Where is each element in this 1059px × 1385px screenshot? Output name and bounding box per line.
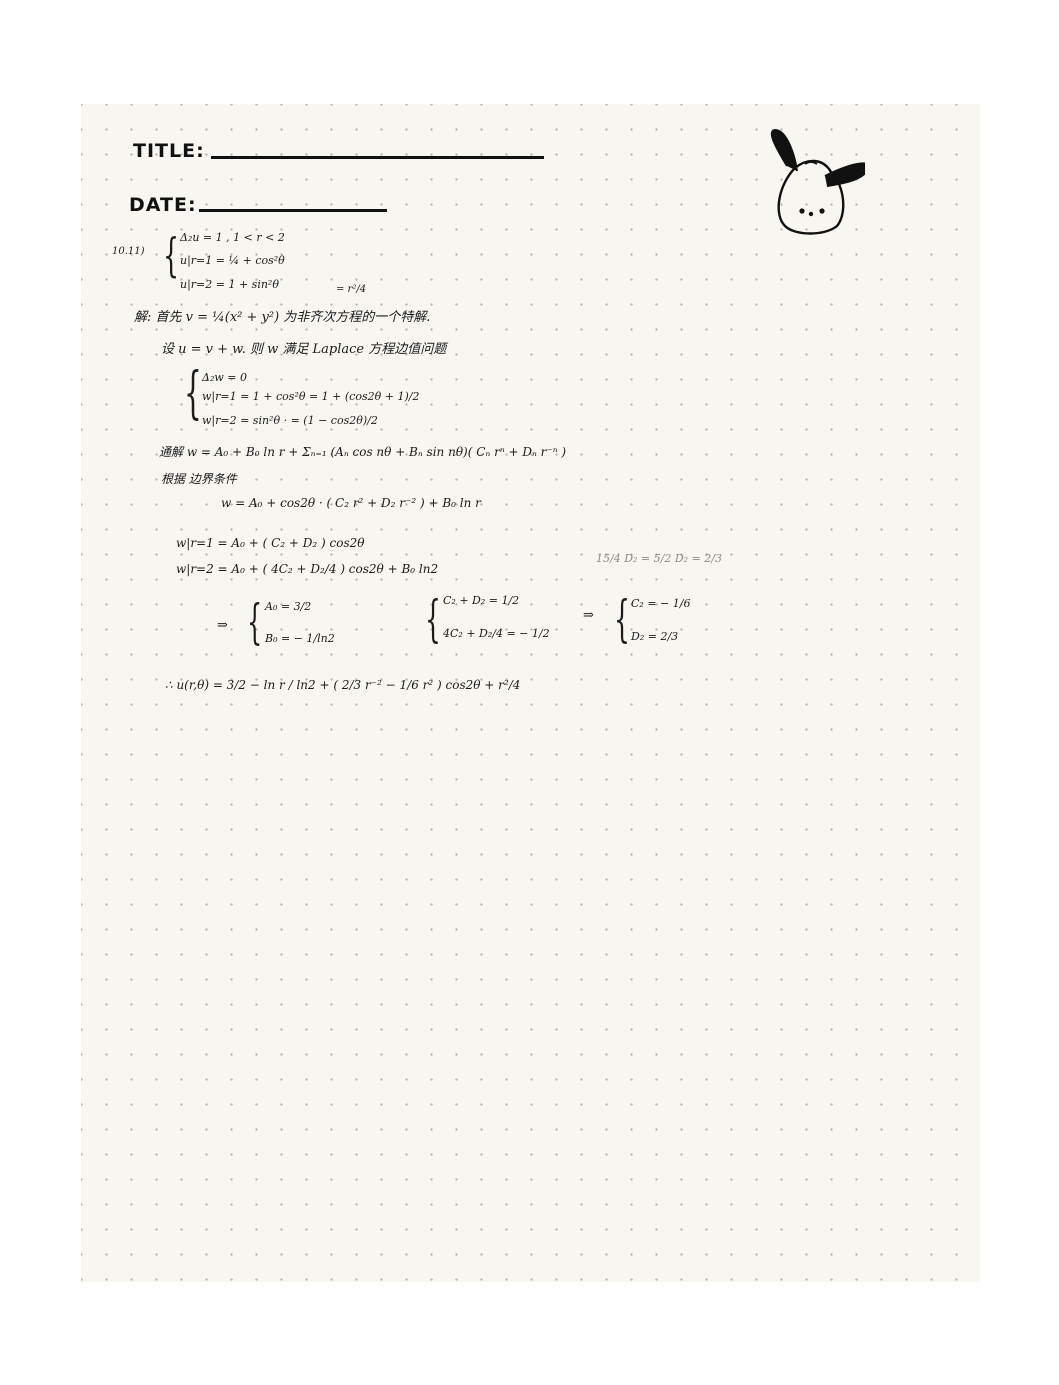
side-note-D2: 15/4 D₂ = 5/2 D₂ = 2/3 — [596, 552, 722, 565]
w-at-r2: w|r=2 = A₀ + ( 4C₂ + D₂/4 ) cos2θ + B₀ l… — [176, 562, 439, 576]
dog-doodle-icon — [770, 128, 865, 235]
title-underline — [211, 156, 544, 159]
title-label: TITLE: — [133, 140, 205, 162]
problem-eq2: u|r=1 = ¼ + cos²θ — [180, 254, 285, 267]
notebook-page: TITLE: DATE: 10.11) { Δ₂u = 1 , 1 < r < … — [81, 104, 980, 1282]
solution-line-1: 解: 首先 v = ¼(x² + y²) 为非齐次方程的一个特解. — [134, 310, 431, 325]
solution-C2: C₂ = − 1/6 — [631, 597, 691, 610]
date-label: DATE: — [129, 194, 197, 216]
r2-over-4-note: = r²/4 — [336, 284, 367, 295]
w-system-eq1: Δ₂w = 0 — [202, 371, 247, 384]
w-form: w = A₀ + cos2θ · ( C₂ r² + D₂ r⁻² ) + B₀… — [221, 496, 481, 510]
problem-eq3: u|r=2 = 1 + sin²θ — [180, 278, 279, 291]
w-system-eq3: w|r=2 = sin²θ · = (1 − cos2θ)/2 — [202, 414, 378, 427]
coef-system-eq2: 4C₂ + D₂/4 = − 1/2 — [443, 627, 550, 640]
problem-number: 10.11) — [112, 246, 145, 257]
final-answer: ∴ u(r,θ) = 3/2 − ln r / ln2 + ( 2/3 r⁻² … — [165, 678, 521, 692]
w-at-r1: w|r=1 = A₀ + ( C₂ + D₂ ) cos2θ — [176, 536, 365, 550]
coef-brace-3: { — [614, 590, 630, 648]
problem-eq1: Δ₂u = 1 , 1 < r < 2 — [180, 231, 285, 244]
general-solution: 通解 w = A₀ + B₀ ln r + Σₙ₌₁ (Aₙ cos nθ + … — [159, 445, 567, 459]
implies-arrow-1: ⇒ — [217, 618, 228, 633]
coef-brace-2: { — [425, 590, 441, 648]
implies-arrow-2: ⇒ — [583, 608, 594, 623]
coef-system-eq1: C₂ + D₂ = 1/2 — [443, 594, 520, 607]
boundary-label: 根据 边界条件 — [161, 472, 237, 486]
date-underline — [199, 209, 387, 212]
solution-B0: B₀ = − 1/ln2 — [265, 632, 335, 645]
solution-line-2: 设 u = v + w. 则 w 满足 Laplace 方程边值问题 — [161, 342, 447, 357]
coef-brace-1: { — [247, 594, 263, 650]
w-system-brace: { — [184, 361, 202, 426]
problem-brace: { — [163, 228, 180, 282]
w-system-eq2: w|r=1 = 1 + cos²θ = 1 + (cos2θ + 1)/2 — [202, 390, 420, 403]
solution-D2: D₂ = 2/3 — [631, 630, 679, 643]
solution-A0: A₀ = 3/2 — [265, 600, 312, 613]
